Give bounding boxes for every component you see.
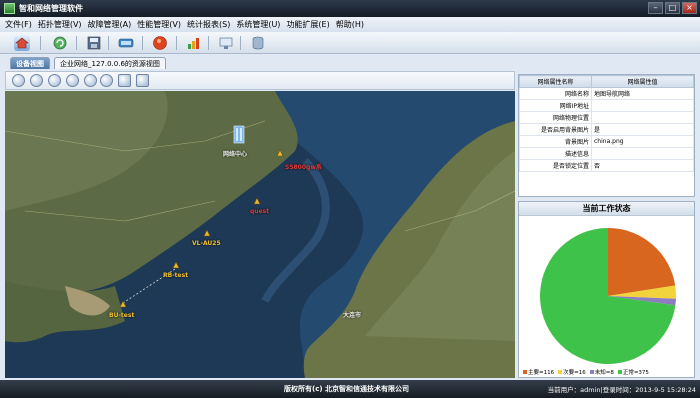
property-name: 描述信息 [519, 147, 592, 160]
device-node-icon[interactable] [253, 197, 261, 205]
zoom-fit-icon[interactable] [48, 74, 61, 87]
save-icon[interactable] [86, 35, 102, 51]
menu-topology[interactable]: 拓扑管理(V) [38, 19, 82, 30]
device-node-icon[interactable] [203, 229, 211, 237]
property-name: 是否锁定位置 [519, 159, 592, 172]
legend-item-major: 主要=116 [523, 368, 554, 376]
toolbar-separator [108, 36, 109, 50]
column-header-value: 网络属性值 [591, 75, 694, 88]
table-row[interactable]: 描述信息 [519, 147, 694, 160]
table-row[interactable]: 背景图片 china.png [519, 135, 694, 148]
legend-item-normal: 正常=375 [617, 368, 649, 376]
property-name: 网络物理位置 [519, 111, 592, 124]
map-label-quest: quest [250, 208, 270, 215]
map-label-s5800: S5800gw系 [285, 164, 322, 171]
toolbar-separator [176, 36, 177, 50]
menu-extensions[interactable]: 功能扩展(E) [286, 19, 329, 30]
device-node-icon[interactable] [172, 261, 180, 269]
map-label-bu-test: BU-test [109, 312, 135, 319]
property-value[interactable]: china.png [591, 135, 694, 148]
user-login-info: 当前用户：admin|登录时间：2013-9-5 15:28:24 [547, 386, 696, 394]
table-row[interactable]: 网络IP地址 [519, 99, 694, 112]
status-panel: 当前工作状态 主要=116 次要=16 未知=8 正常=375 [518, 201, 695, 378]
zoom-out-icon[interactable] [30, 74, 43, 87]
properties-panel: 网络属性名称 网络属性值 网络名称 地图导航网络 网络IP地址 网络物理位置 是… [518, 74, 695, 197]
topology-map[interactable]: 网络中心 S5800gw系 quest VL-AU25 RB-test BU-t… [5, 91, 515, 378]
property-name: 网络IP地址 [519, 99, 592, 112]
toolbar-separator [76, 36, 77, 50]
app-icon [4, 3, 15, 14]
table-row[interactable]: 网络物理位置 [519, 111, 694, 124]
property-value[interactable] [591, 99, 694, 112]
menu-system[interactable]: 系统管理(U) [236, 19, 280, 30]
close-icon[interactable]: × [682, 2, 697, 14]
status-bar: 版权所有(c) 北京智和信通技术有限公司 当前用户：admin|登录时间：201… [0, 380, 700, 398]
window-title: 智和网络管理软件 [19, 4, 83, 13]
database-icon[interactable] [250, 35, 266, 51]
menu-file[interactable]: 文件(F) [5, 19, 32, 30]
table-row[interactable]: 是否启用背景图片 是 [519, 123, 694, 136]
home-view-icon[interactable] [66, 74, 79, 87]
property-value[interactable]: 否 [591, 159, 694, 172]
property-value[interactable] [591, 111, 694, 124]
alarm-icon[interactable] [152, 35, 168, 51]
menu-bar: 文件(F) 拓扑管理(V) 故障管理(A) 性能管理(V) 统计报表(S) 系统… [0, 17, 700, 32]
toolbar-separator [40, 36, 41, 50]
table-row[interactable]: 是否锁定位置 否 [519, 159, 694, 172]
globe-icon[interactable] [100, 74, 113, 87]
refresh-icon[interactable] [52, 35, 68, 51]
home-icon[interactable] [14, 35, 30, 51]
properties-table: 网络属性名称 网络属性值 网络名称 地图导航网络 网络IP地址 网络物理位置 是… [519, 75, 694, 172]
device-node-icon[interactable] [119, 300, 127, 308]
legend-item-unknown: 未知=8 [589, 368, 614, 376]
pie-slice-主要 [608, 228, 676, 296]
toolbar-separator [142, 36, 143, 50]
screenshot-icon[interactable] [136, 74, 149, 87]
property-name: 是否启用背景图片 [519, 123, 592, 136]
copyright-text: 版权所有(c) 北京智和信通技术有限公司 [284, 385, 409, 393]
menu-help[interactable]: 帮助(H) [336, 19, 364, 30]
property-value[interactable] [591, 147, 694, 160]
property-value[interactable]: 地图导航网络 [591, 87, 694, 100]
bar-chart-icon[interactable] [186, 35, 202, 51]
main-toolbar [0, 32, 700, 54]
status-legend: 主要=116 次要=16 未知=8 正常=375 [523, 368, 649, 376]
property-name: 背景图片 [519, 135, 592, 148]
menu-performance[interactable]: 性能管理(V) [137, 19, 181, 30]
table-row[interactable]: 网络名称 地图导航网络 [519, 87, 694, 100]
column-header-name: 网络属性名称 [519, 75, 592, 88]
toolbar-separator [240, 36, 241, 50]
map-label-city: 大连市 [343, 312, 362, 319]
back-icon[interactable] [84, 74, 97, 87]
monitor-icon[interactable] [218, 35, 234, 51]
property-name: 网络名称 [519, 87, 592, 100]
satellite-map-image [5, 91, 515, 378]
map-label-center: 网络中心 [223, 151, 248, 158]
map-toolbar [5, 71, 515, 90]
network-center-icon[interactable] [232, 124, 246, 144]
maximize-icon[interactable]: □ [665, 2, 680, 14]
property-value[interactable]: 是 [591, 123, 694, 136]
minimize-icon[interactable]: – [648, 2, 663, 14]
map-label-vl-au25: VL-AU25 [192, 240, 221, 247]
title-bar: 智和网络管理软件 – □ × [0, 0, 700, 17]
map-label-rb-test: RB-test [163, 272, 189, 279]
legend-item-minor: 次要=16 [558, 368, 586, 376]
tab-device-view[interactable]: 设备视图 [10, 57, 50, 69]
tab-resource-view[interactable]: 企业网络_127.0.0.6的资源视图 [54, 57, 166, 69]
toolbar-separator [208, 36, 209, 50]
device-node-icon[interactable] [276, 149, 284, 157]
status-title: 当前工作状态 [519, 202, 694, 216]
menu-reports[interactable]: 统计报表(S) [187, 19, 230, 30]
view-tabs: 设备视图 企业网络_127.0.0.6的资源视图 [0, 56, 515, 69]
zoom-in-icon[interactable] [12, 74, 25, 87]
status-pie-chart [540, 228, 676, 364]
menu-fault[interactable]: 故障管理(A) [88, 19, 132, 30]
network-icon[interactable] [118, 35, 134, 51]
print-icon[interactable] [118, 74, 131, 87]
